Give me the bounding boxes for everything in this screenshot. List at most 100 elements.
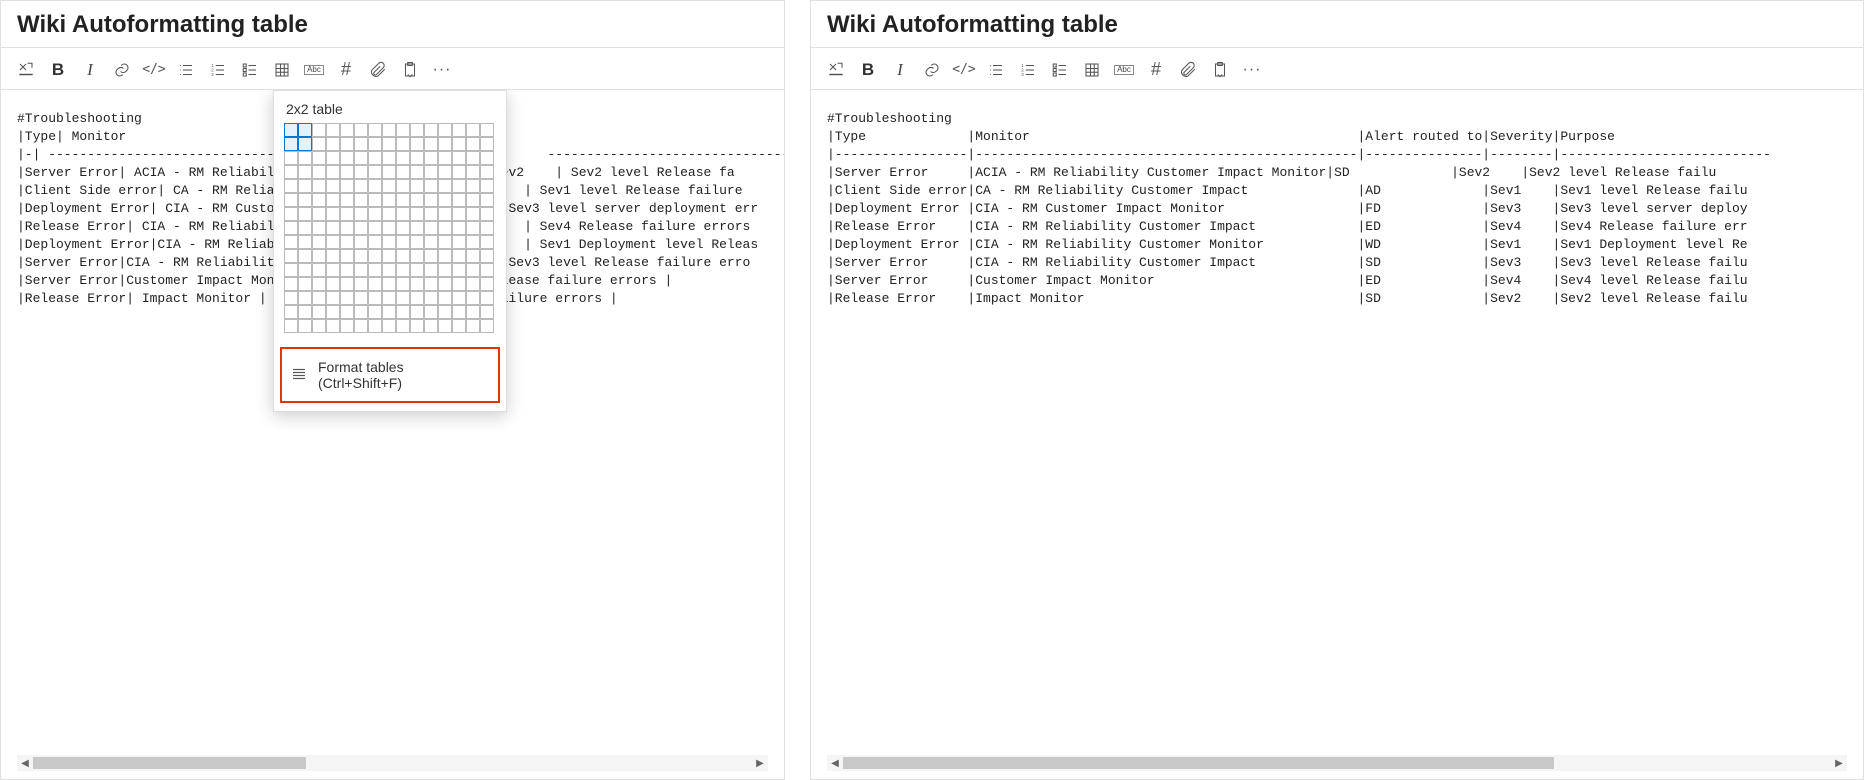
scroll-right-arrow[interactable]: ▶ bbox=[1831, 755, 1847, 771]
grid-cell[interactable] bbox=[298, 165, 312, 179]
page-title[interactable]: Wiki Autoformatting table bbox=[17, 11, 768, 39]
grid-cell[interactable] bbox=[424, 193, 438, 207]
grid-cell[interactable] bbox=[424, 137, 438, 151]
grid-cell[interactable] bbox=[438, 179, 452, 193]
grid-cell[interactable] bbox=[480, 137, 494, 151]
grid-cell[interactable] bbox=[438, 235, 452, 249]
grid-cell[interactable] bbox=[382, 249, 396, 263]
grid-cell[interactable] bbox=[382, 319, 396, 333]
grid-cell[interactable] bbox=[382, 291, 396, 305]
grid-cell[interactable] bbox=[396, 207, 410, 221]
grid-cell[interactable] bbox=[480, 305, 494, 319]
grid-cell[interactable] bbox=[326, 263, 340, 277]
grid-cell[interactable] bbox=[340, 249, 354, 263]
grid-cell[interactable] bbox=[410, 235, 424, 249]
grid-cell[interactable] bbox=[452, 207, 466, 221]
grid-cell[interactable] bbox=[438, 249, 452, 263]
grid-cell[interactable] bbox=[466, 179, 480, 193]
grid-cell[interactable] bbox=[298, 193, 312, 207]
grid-cell[interactable] bbox=[284, 235, 298, 249]
grid-cell[interactable] bbox=[284, 179, 298, 193]
grid-cell[interactable] bbox=[466, 123, 480, 137]
scroll-thumb[interactable] bbox=[843, 757, 1554, 769]
grid-cell[interactable] bbox=[368, 179, 382, 193]
grid-cell[interactable] bbox=[424, 263, 438, 277]
grid-cell[interactable] bbox=[298, 207, 312, 221]
grid-cell[interactable] bbox=[284, 277, 298, 291]
grid-cell[interactable] bbox=[410, 179, 424, 193]
format-painter-icon[interactable] bbox=[821, 55, 851, 85]
grid-cell[interactable] bbox=[396, 249, 410, 263]
grid-cell[interactable] bbox=[396, 305, 410, 319]
grid-cell[interactable] bbox=[326, 165, 340, 179]
italic-button[interactable]: I bbox=[885, 55, 915, 85]
grid-cell[interactable] bbox=[452, 165, 466, 179]
grid-cell[interactable] bbox=[410, 151, 424, 165]
grid-cell[interactable] bbox=[340, 137, 354, 151]
grid-cell[interactable] bbox=[326, 137, 340, 151]
grid-cell[interactable] bbox=[410, 319, 424, 333]
grid-cell[interactable] bbox=[480, 235, 494, 249]
grid-cell[interactable] bbox=[410, 193, 424, 207]
grid-cell[interactable] bbox=[312, 123, 326, 137]
grid-cell[interactable] bbox=[382, 235, 396, 249]
grid-cell[interactable] bbox=[312, 151, 326, 165]
grid-cell[interactable] bbox=[424, 179, 438, 193]
grid-cell[interactable] bbox=[354, 277, 368, 291]
grid-cell[interactable] bbox=[466, 221, 480, 235]
grid-cell[interactable] bbox=[396, 123, 410, 137]
grid-cell[interactable] bbox=[410, 137, 424, 151]
grid-cell[interactable] bbox=[438, 193, 452, 207]
grid-cell[interactable] bbox=[298, 221, 312, 235]
grid-cell[interactable] bbox=[480, 193, 494, 207]
bullet-list-icon[interactable] bbox=[981, 55, 1011, 85]
grid-cell[interactable] bbox=[466, 305, 480, 319]
grid-cell[interactable] bbox=[312, 221, 326, 235]
grid-cell[interactable] bbox=[312, 319, 326, 333]
grid-cell[interactable] bbox=[340, 235, 354, 249]
grid-cell[interactable] bbox=[340, 123, 354, 137]
grid-cell[interactable] bbox=[452, 123, 466, 137]
editor-content-left[interactable]: #Troubleshooting |Type| Monitor |-| ----… bbox=[1, 90, 784, 779]
grid-cell[interactable] bbox=[452, 277, 466, 291]
grid-cell[interactable] bbox=[326, 193, 340, 207]
grid-cell[interactable] bbox=[326, 277, 340, 291]
grid-cell[interactable] bbox=[312, 249, 326, 263]
grid-cell[interactable] bbox=[466, 263, 480, 277]
bullet-list-icon[interactable] bbox=[171, 55, 201, 85]
grid-cell[interactable] bbox=[326, 207, 340, 221]
grid-cell[interactable] bbox=[354, 137, 368, 151]
grid-cell[interactable] bbox=[326, 123, 340, 137]
grid-cell[interactable] bbox=[410, 123, 424, 137]
grid-cell[interactable] bbox=[452, 235, 466, 249]
grid-cell[interactable] bbox=[410, 207, 424, 221]
grid-cell[interactable] bbox=[466, 319, 480, 333]
grid-cell[interactable] bbox=[354, 165, 368, 179]
grid-cell[interactable] bbox=[340, 319, 354, 333]
grid-cell[interactable] bbox=[396, 235, 410, 249]
grid-cell[interactable] bbox=[368, 193, 382, 207]
grid-cell[interactable] bbox=[298, 277, 312, 291]
grid-cell[interactable] bbox=[396, 291, 410, 305]
grid-cell[interactable] bbox=[312, 137, 326, 151]
grid-cell[interactable] bbox=[424, 249, 438, 263]
grid-cell[interactable] bbox=[298, 291, 312, 305]
grid-cell[interactable] bbox=[410, 165, 424, 179]
grid-cell[interactable] bbox=[298, 235, 312, 249]
grid-cell[interactable] bbox=[312, 263, 326, 277]
grid-cell[interactable] bbox=[382, 137, 396, 151]
grid-cell[interactable] bbox=[396, 277, 410, 291]
grid-cell[interactable] bbox=[326, 221, 340, 235]
grid-cell[interactable] bbox=[284, 291, 298, 305]
grid-cell[interactable] bbox=[298, 249, 312, 263]
grid-cell[interactable] bbox=[396, 165, 410, 179]
grid-cell[interactable] bbox=[312, 193, 326, 207]
grid-cell[interactable] bbox=[326, 305, 340, 319]
link-icon[interactable] bbox=[917, 55, 947, 85]
scroll-left-arrow[interactable]: ◀ bbox=[827, 755, 843, 771]
grid-cell[interactable] bbox=[368, 207, 382, 221]
strikethrough-icon[interactable]: Abc bbox=[299, 55, 329, 85]
grid-cell[interactable] bbox=[340, 305, 354, 319]
grid-cell[interactable] bbox=[382, 179, 396, 193]
grid-cell[interactable] bbox=[368, 221, 382, 235]
